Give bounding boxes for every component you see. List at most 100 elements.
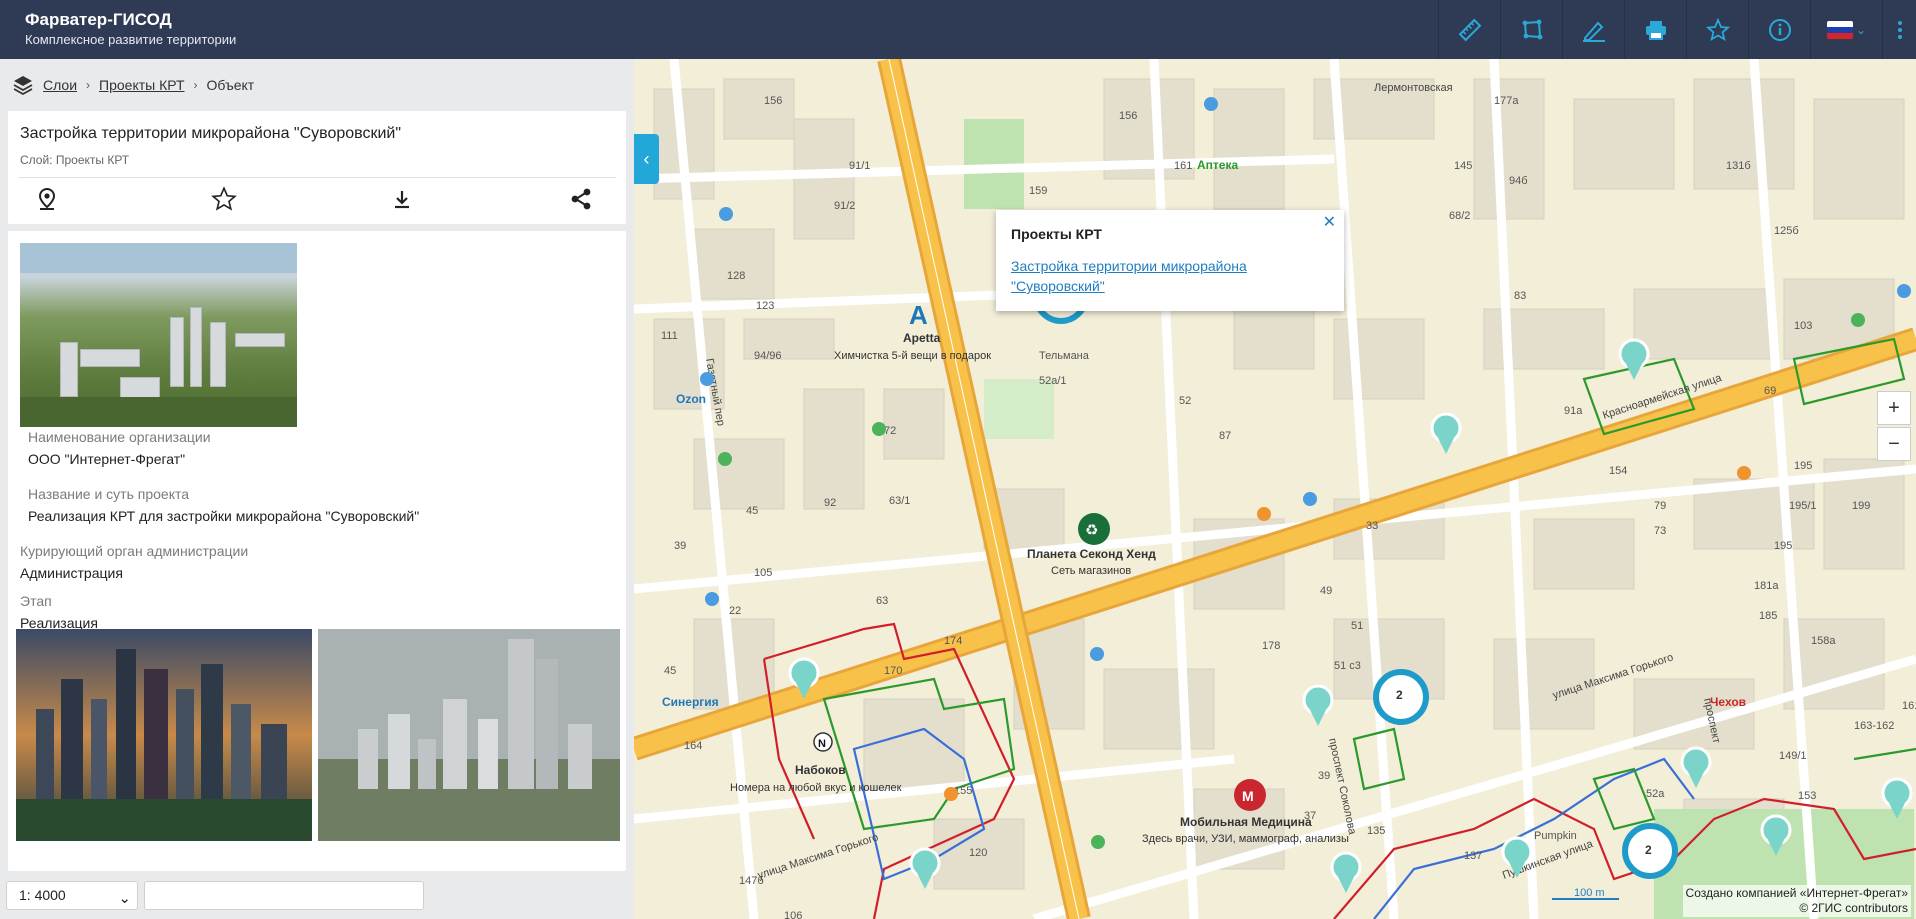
breadcrumb-krt[interactable]: Проекты КРТ (99, 77, 184, 93)
download-button[interactable] (387, 184, 417, 214)
attribution-line2[interactable]: © 2ГИС contributors (1686, 901, 1908, 916)
svg-text:94б: 94б (1509, 175, 1528, 187)
svg-text:N: N (818, 738, 826, 750)
poi-chekhov[interactable]: Чехов (1710, 695, 1746, 709)
svg-text:52a/1: 52a/1 (1039, 375, 1067, 387)
svg-text:73: 73 (1654, 525, 1666, 537)
zoom-in-button[interactable]: + (1877, 391, 1911, 425)
svg-text:195: 195 (1794, 460, 1812, 472)
project-photo[interactable] (20, 243, 297, 427)
poi-apetta[interactable]: Apetta (903, 331, 940, 345)
svg-text:145: 145 (1454, 160, 1472, 172)
close-icon[interactable]: ✕ (1323, 212, 1336, 232)
svg-text:170: 170 (884, 665, 902, 677)
svg-text:153: 153 (1798, 790, 1816, 802)
svg-text:39: 39 (1318, 770, 1330, 782)
svg-text:51 c3: 51 c3 (1334, 660, 1361, 672)
svg-text:177a: 177a (1494, 95, 1519, 107)
svg-text:45: 45 (664, 665, 676, 677)
poi-medicine-desc: Здесь врачи, УЗИ, маммограф, анализы (1142, 833, 1349, 845)
svg-text:105: 105 (754, 567, 772, 579)
field-label-project: Название и суть проекта (28, 486, 190, 502)
layers-icon[interactable] (12, 74, 34, 96)
map-scalebar: 100 m (1574, 887, 1605, 899)
svg-text:49: 49 (1320, 585, 1332, 597)
svg-text:125б: 125б (1774, 225, 1799, 237)
project-render-2[interactable] (318, 629, 620, 841)
svg-text:156: 156 (764, 95, 782, 107)
star-icon[interactable] (1686, 0, 1748, 59)
svg-text:120: 120 (969, 847, 987, 859)
download-icon (395, 191, 409, 209)
map-canvas[interactable]: 156 128 123 91/1 91/2 111 94/96 72 63/1 92 45 105… (634, 59, 1916, 919)
breadcrumb-current: Объект (206, 77, 255, 93)
locate-button[interactable] (32, 184, 62, 214)
share-button[interactable] (566, 184, 596, 214)
ruler-icon[interactable] (1438, 0, 1500, 59)
svg-text:63: 63 (876, 595, 888, 607)
svg-text:M: M (1242, 788, 1254, 804)
map-attribution: Создано компанией «Интернет-Фрегат» © 2Г… (1682, 885, 1911, 917)
map-cluster-1[interactable]: 2 (1396, 688, 1403, 702)
scale-select[interactable]: 1: 4000 (6, 881, 138, 912)
object-details-card: Наименование организации ООО "Интернет-Ф… (8, 231, 626, 871)
poi-ozon[interactable]: Ozon (676, 392, 706, 406)
poi-apteka[interactable]: Аптека (1197, 158, 1238, 172)
polygon-icon[interactable] (1500, 0, 1562, 59)
svg-text:91/2: 91/2 (834, 200, 855, 212)
svg-text:135: 135 (1367, 825, 1385, 837)
field-label-stage: Этап (20, 593, 52, 609)
svg-text:39: 39 (674, 540, 686, 552)
language-select[interactable]: ⌄ (1810, 0, 1882, 59)
svg-text:Pumpkin: Pumpkin (1534, 830, 1577, 842)
svg-text:111: 111 (661, 330, 678, 342)
svg-text:185: 185 (1759, 610, 1777, 622)
svg-text:158a: 158a (1811, 635, 1836, 647)
poi-sinergia[interactable]: Синергия (662, 695, 719, 709)
app-title: Фарватер-ГИСОД (25, 10, 172, 29)
scale-control: 1: 4000 (6, 881, 424, 912)
svg-text:72: 72 (884, 425, 896, 437)
attribution-line1[interactable]: Создано компанией «Интернет-Фрегат» (1686, 886, 1908, 901)
favorite-button[interactable] (209, 184, 239, 214)
svg-text:52a: 52a (1646, 788, 1665, 800)
scale-input[interactable] (144, 881, 424, 910)
poi-nabokov[interactable]: Набоков (795, 763, 846, 777)
chevron-left-icon: ‹ (643, 148, 650, 169)
object-panel: Слои › Проекты КРТ › Объект Застройка те… (0, 59, 634, 919)
svg-text:103: 103 (1794, 320, 1812, 332)
project-render-1[interactable] (16, 629, 312, 841)
svg-text:128: 128 (727, 270, 745, 282)
print-icon[interactable] (1624, 0, 1686, 59)
svg-text:69: 69 (1764, 385, 1776, 397)
svg-text:149/1: 149/1 (1779, 750, 1807, 762)
poi-medicine[interactable]: Мобильная Медицина (1180, 815, 1312, 829)
field-value-project: Реализация КРТ для застройки микрорайона… (28, 508, 420, 524)
popup-object-link[interactable]: Застройка территории микрорайона "Суворо… (1011, 256, 1311, 296)
svg-text:Тельмана: Тельмана (1039, 350, 1090, 362)
breadcrumb-layers[interactable]: Слои (43, 77, 77, 93)
svg-text:154: 154 (1609, 465, 1627, 477)
field-value-authority: Администрация (20, 565, 123, 581)
svg-text:195/1: 195/1 (1789, 500, 1817, 512)
svg-text:45: 45 (746, 505, 758, 517)
chevron-right-icon: › (86, 78, 91, 92)
brand: Фарватер-ГИСОД Комплексное развитие терр… (25, 9, 236, 49)
draw-icon[interactable] (1562, 0, 1624, 59)
svg-text:195: 195 (1774, 540, 1792, 552)
zoom-out-button[interactable]: − (1877, 427, 1911, 461)
map-cluster-2[interactable]: 2 (1645, 843, 1652, 857)
svg-text:199: 199 (1852, 500, 1870, 512)
info-icon[interactable] (1748, 0, 1810, 59)
svg-text:174: 174 (944, 635, 962, 647)
object-layer: Слой: Проекты КРТ (20, 153, 130, 167)
svg-text:91a: 91a (1564, 405, 1583, 417)
breadcrumb: Слои › Проекты КРТ › Объект (0, 59, 634, 111)
poi-planeta[interactable]: Планета Секонд Хенд (1027, 547, 1156, 561)
svg-text:A: A (909, 300, 928, 330)
svg-text:181a: 181a (1754, 580, 1779, 592)
map-pin-icon (38, 187, 56, 210)
more-icon[interactable] (1882, 0, 1916, 59)
collapse-panel-button[interactable]: ‹ (634, 134, 659, 184)
object-header-card: Застройка территории микрорайона "Суворо… (8, 111, 626, 224)
